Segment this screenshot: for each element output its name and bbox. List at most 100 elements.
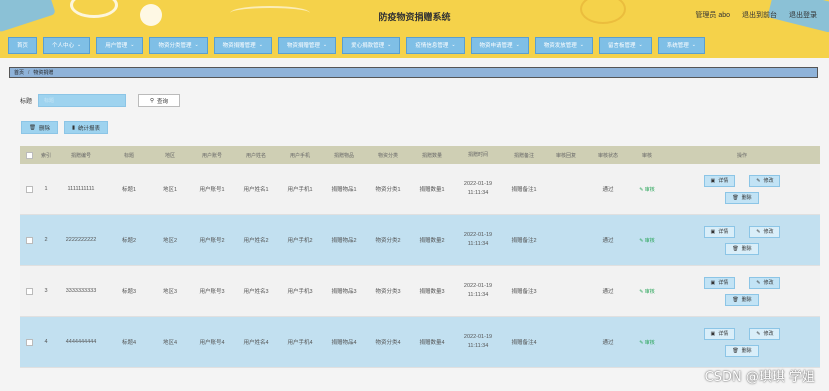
table-header: 索引 捐赠编号 标题 地区 用户账号 用户姓名 用户手机 捐赠物品 物资分类 捐赠数量 捐赠时间 捐赠… bbox=[20, 146, 820, 164]
nav-item-label: 首页 bbox=[17, 43, 29, 49]
edit-icon: ✎ bbox=[639, 186, 644, 193]
audit-link-label: 审核 bbox=[644, 186, 655, 193]
operations-cell: ▣ 详情 ✎ 修改 🗑 删除 bbox=[664, 174, 820, 204]
table-cell: 捐赠物品2 bbox=[331, 238, 357, 244]
column-header: 捐赠时间 bbox=[467, 152, 488, 158]
trash-icon: 🗑 bbox=[732, 347, 739, 354]
table-cell: 通过 bbox=[602, 289, 614, 295]
date-text: 2022-01-19 bbox=[463, 232, 493, 239]
nav-item[interactable]: 个人中心 ⌄ bbox=[43, 36, 91, 54]
edit-button[interactable]: ✎ 修改 bbox=[749, 225, 781, 238]
chevron-down-icon: ⌄ bbox=[258, 42, 263, 48]
nav-item[interactable]: 首页 bbox=[8, 36, 38, 54]
table-cell: 捐赠备注2 bbox=[511, 238, 537, 244]
table-cell: 地区3 bbox=[162, 289, 178, 295]
detail-button[interactable]: ▣ 详情 bbox=[703, 276, 736, 289]
row-delete-button[interactable]: 🗑 删除 bbox=[725, 191, 759, 204]
table-cell: 用户手机4 bbox=[287, 340, 313, 346]
table-row[interactable]: 3 3333333333 标题3 地区3 用户账号3 用户姓名3 用户手机3 捐赠物品3 物资分… bbox=[20, 266, 820, 317]
search-input[interactable]: 标题 bbox=[38, 94, 127, 107]
back-to-front-link[interactable]: 退出到前台 bbox=[742, 10, 777, 20]
nav-item[interactable]: 物资捐赠管理 ⌄ bbox=[277, 36, 337, 54]
audit-cell: ✎ 审核 bbox=[630, 186, 664, 193]
detail-button[interactable]: ▣ 详情 bbox=[703, 174, 736, 187]
nav-item-label: 爱心捐款管理 bbox=[351, 43, 385, 49]
audit-link[interactable]: ✎ 审核 bbox=[639, 340, 655, 346]
detail-button-label: 详情 bbox=[718, 280, 729, 286]
nav-item[interactable]: 系统管理 ⌄ bbox=[657, 36, 705, 54]
column-header: 用户账号 bbox=[201, 152, 222, 159]
nav-item-label: 系统管理 bbox=[666, 43, 689, 49]
edit-button-label: 修改 bbox=[763, 280, 774, 286]
edit-icon: ✎ bbox=[756, 330, 761, 337]
operation-top-row: ▣ 详情 ✎ 修改 bbox=[703, 327, 781, 340]
table-body: 1 1111111111 标题1 地区1 用户账号1 用户姓名1 用户手机1 捐赠物品1 物资分… bbox=[20, 164, 820, 368]
time-text: 11:11:34 bbox=[467, 292, 489, 298]
table-cell: 捐赠备注4 bbox=[511, 340, 537, 346]
detail-button[interactable]: ▣ 详情 bbox=[703, 225, 736, 238]
chevron-down-icon: ⌄ bbox=[77, 42, 82, 48]
nav-item[interactable]: 留言板管理 ⌄ bbox=[598, 36, 652, 54]
nav-item[interactable]: 用户管理 ⌄ bbox=[96, 36, 144, 54]
table-cell-datetime: 2022-01-19 11:11:34 bbox=[454, 180, 502, 198]
logout-link[interactable]: 退出登录 bbox=[789, 10, 817, 20]
edit-button[interactable]: ✎ 修改 bbox=[749, 174, 781, 187]
row-checkbox[interactable] bbox=[20, 287, 38, 295]
column-header: 用户姓名 bbox=[245, 152, 266, 159]
nav-item[interactable]: 疫情信息管理 ⌄ bbox=[406, 36, 465, 54]
top-nav: 首页 个人中心 ⌄ 用户管理 ⌄ 物资分类管理 ⌄ 物资捐赠管理 ⌄ 物资捐赠管理 ⌄ 爱心捐款管理 ⌄… bbox=[0, 32, 829, 58]
search-button[interactable]: ⚲ 查询 bbox=[138, 94, 181, 107]
table-row[interactable]: 1 1111111111 标题1 地区1 用户账号1 用户姓名1 用户手机1 捐赠物品1 物资分… bbox=[20, 164, 820, 215]
detail-button[interactable]: ▣ 详情 bbox=[703, 327, 736, 340]
table-cell: 用户姓名4 bbox=[243, 340, 269, 346]
table-cell: 用户姓名3 bbox=[243, 289, 269, 295]
edit-button[interactable]: ✎ 修改 bbox=[749, 327, 781, 340]
stats-button[interactable]: ▮ 统计报表 bbox=[64, 121, 109, 134]
row-checkbox[interactable] bbox=[20, 338, 38, 346]
table-cell: 物资分类1 bbox=[375, 187, 401, 193]
row-delete-button[interactable]: 🗑 删除 bbox=[725, 344, 759, 357]
nav-item[interactable]: 爱心捐款管理 ⌄ bbox=[342, 36, 401, 54]
select-all-checkbox[interactable] bbox=[20, 151, 38, 159]
table-cell: 2 bbox=[44, 237, 48, 243]
donation-table: 索引 捐赠编号 标题 地区 用户账号 用户姓名 用户手机 捐赠物品 物资分类 捐赠数量 捐赠时间 捐赠… bbox=[20, 146, 820, 368]
stats-button-label: 统计报表 bbox=[78, 125, 101, 132]
table-row[interactable]: 4 4444444444 标题4 地区4 用户账号4 用户姓名4 用户手机4 捐赠物品4 物资分… bbox=[20, 317, 820, 368]
table-cell: 2222222222 bbox=[65, 237, 97, 243]
operation-buttons: ▣ 详情 ✎ 修改 🗑 删除 bbox=[664, 225, 820, 255]
detail-icon: ▣ bbox=[710, 279, 716, 286]
breadcrumb-home[interactable]: 首页 bbox=[14, 69, 24, 76]
table-cell: 物资分类4 bbox=[375, 340, 401, 346]
nav-item-label: 物资申请管理 bbox=[479, 43, 513, 49]
audit-link[interactable]: ✎ 审核 bbox=[639, 289, 655, 295]
nav-item[interactable]: 物资发放管理 ⌄ bbox=[534, 36, 593, 54]
watermark: CSDN @琪琪 学姐 bbox=[704, 370, 815, 385]
row-checkbox[interactable] bbox=[20, 185, 38, 193]
table-cell: 标题4 bbox=[121, 340, 137, 346]
date-text: 2022-01-19 bbox=[463, 283, 493, 290]
table-row[interactable]: 2 2222222222 标题2 地区2 用户账号2 用户姓名2 用户手机2 捐赠物品2 物资分… bbox=[20, 215, 820, 266]
row-delete-button[interactable]: 🗑 删除 bbox=[725, 293, 759, 306]
table-cell: 通过 bbox=[602, 238, 614, 244]
audit-link[interactable]: ✎ 审核 bbox=[639, 187, 655, 193]
row-checkbox[interactable] bbox=[20, 236, 38, 244]
audit-link[interactable]: ✎ 审核 bbox=[639, 238, 655, 244]
table-cell: 捐赠物品1 bbox=[331, 187, 357, 193]
trash-icon: 🗑 bbox=[732, 296, 739, 303]
trash-icon: 🗑 bbox=[29, 124, 36, 131]
delete-button[interactable]: 🗑 删除 bbox=[21, 121, 58, 134]
audit-cell: ✎ 审核 bbox=[630, 339, 664, 346]
nav-item[interactable]: 物资捐赠管理 ⌄ bbox=[213, 36, 272, 54]
row-delete-button[interactable]: 🗑 删除 bbox=[725, 242, 759, 255]
time-text: 11:11:34 bbox=[467, 190, 489, 196]
audit-link-label: 审核 bbox=[644, 237, 655, 244]
edit-button-label: 修改 bbox=[763, 178, 774, 184]
column-header: 捐赠物品 bbox=[333, 152, 354, 159]
detail-button-label: 详情 bbox=[718, 178, 729, 184]
column-header: 物资分类 bbox=[377, 152, 398, 159]
table-cell: 捐赠数量4 bbox=[419, 340, 445, 346]
nav-item[interactable]: 物资申请管理 ⌄ bbox=[470, 36, 529, 54]
detail-icon: ▣ bbox=[710, 228, 716, 235]
nav-item[interactable]: 物资分类管理 ⌄ bbox=[149, 36, 208, 54]
edit-button[interactable]: ✎ 修改 bbox=[749, 276, 781, 289]
